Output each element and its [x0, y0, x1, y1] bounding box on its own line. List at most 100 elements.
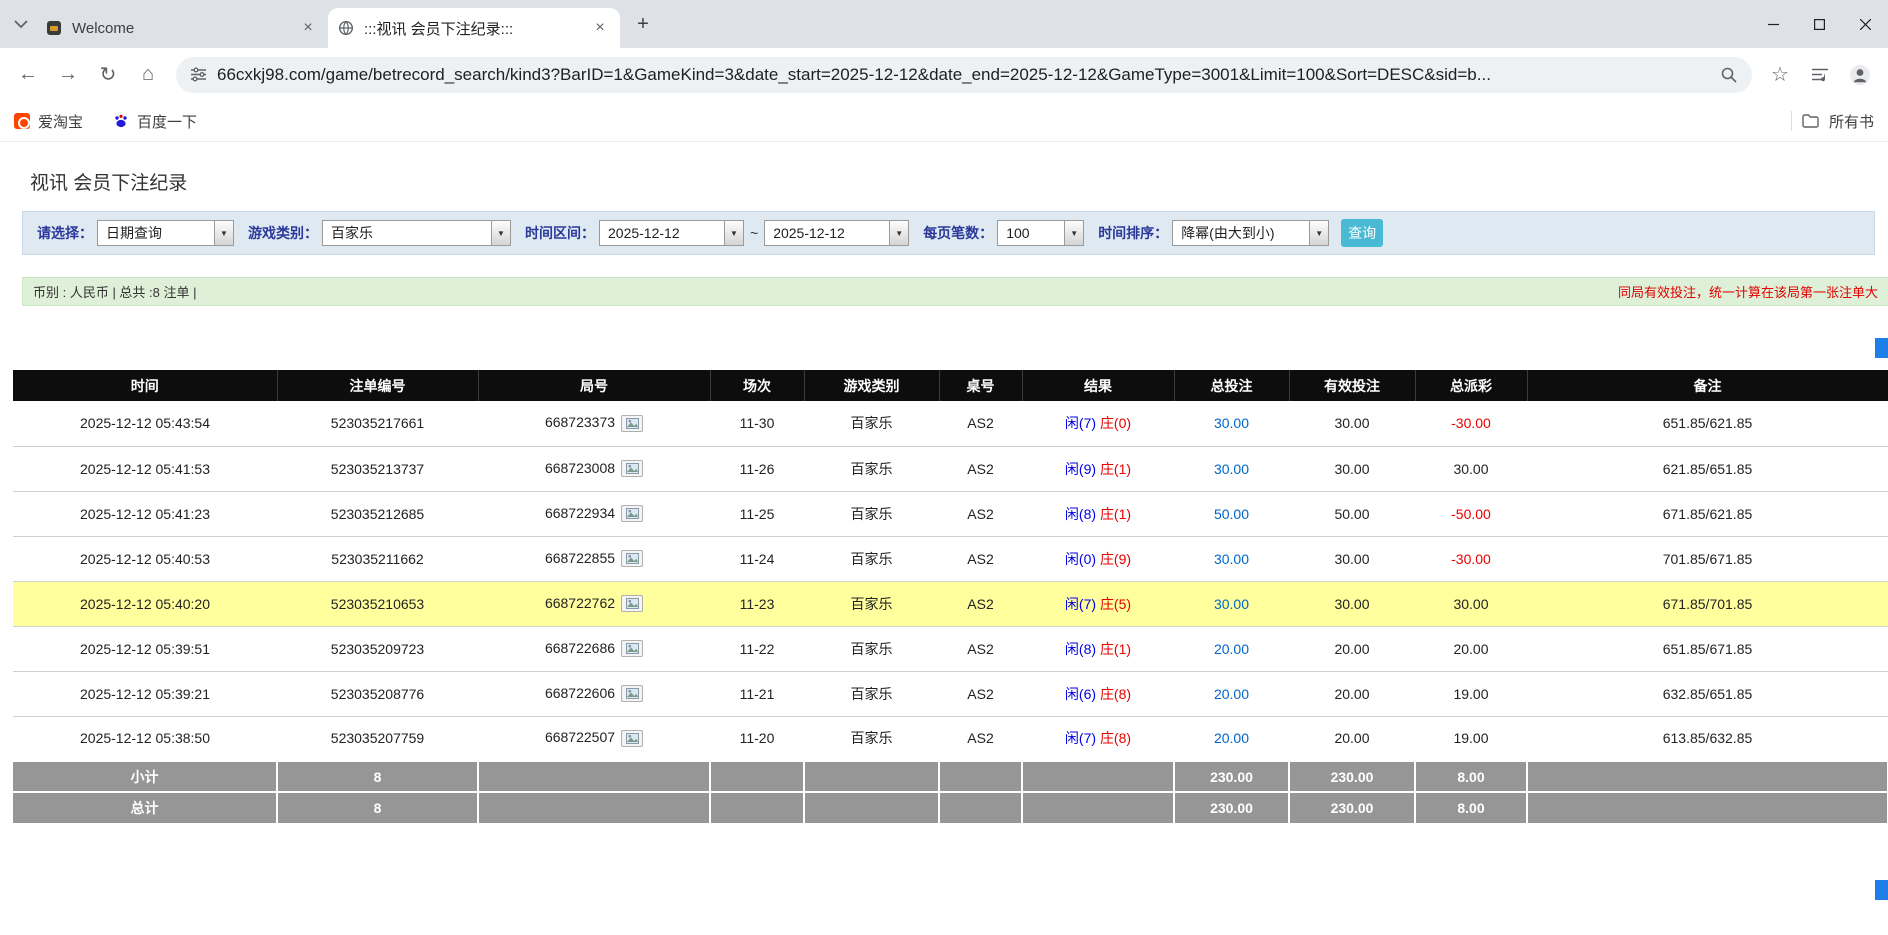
- close-window-button[interactable]: [1842, 0, 1888, 48]
- tab-close-icon[interactable]: ×: [590, 18, 610, 38]
- url-text[interactable]: 66cxkj98.com/game/betrecord_search/kind3…: [217, 65, 1710, 85]
- folder-icon: [1802, 114, 1819, 128]
- media-controls-button[interactable]: [1800, 55, 1840, 95]
- summary-row: 总计8230.00230.008.00: [13, 792, 1888, 823]
- cell-payout: 30.00: [1415, 446, 1527, 491]
- cell-total-bet: 30.00: [1174, 581, 1289, 626]
- bookmark-taobao[interactable]: 爱淘宝: [14, 111, 83, 132]
- cell-result: 闲(8) 庄(1): [1022, 626, 1174, 671]
- bookmark-star-button[interactable]: ☆: [1760, 55, 1800, 95]
- query-type-value: 日期查询: [98, 221, 214, 245]
- summary-cell: [1022, 792, 1174, 823]
- query-type-select[interactable]: 日期查询 ▼: [97, 220, 234, 246]
- site-settings-icon[interactable]: [190, 66, 207, 83]
- round-detail-button[interactable]: [621, 505, 643, 522]
- maximize-button[interactable]: [1796, 0, 1842, 48]
- home-button[interactable]: ⌂: [128, 55, 168, 95]
- cell-time: 2025-12-12 05:39:51: [13, 626, 277, 671]
- sort-select[interactable]: 降幂(由大到小) ▼: [1172, 220, 1329, 246]
- tab-welcome[interactable]: Welcome ×: [36, 8, 328, 48]
- new-tab-button[interactable]: +: [628, 9, 658, 39]
- cell-total-bet: 30.00: [1174, 536, 1289, 581]
- scroll-indicator-top[interactable]: [1875, 338, 1888, 358]
- dropdown-arrow-icon[interactable]: ▼: [1309, 221, 1328, 245]
- round-detail-button[interactable]: [621, 550, 643, 567]
- cell-valid-bet: 30.00: [1289, 446, 1415, 491]
- cell-round: 668722606: [478, 671, 710, 716]
- column-header: 总投注: [1174, 370, 1289, 401]
- total-bet-value: 20.00: [1214, 686, 1249, 702]
- date-end-select[interactable]: 2025-12-12 ▼: [764, 220, 909, 246]
- cell-payout: -50.00: [1415, 491, 1527, 536]
- dropdown-arrow-icon[interactable]: ▼: [1064, 221, 1083, 245]
- tab-search-button[interactable]: [6, 9, 36, 39]
- summary-cell: 8: [277, 792, 478, 823]
- cell-bet-id: 523035209723: [277, 626, 478, 671]
- profile-button[interactable]: [1840, 55, 1880, 95]
- cell-note: 651.85/621.85: [1527, 401, 1888, 446]
- cell-round: 668722507: [478, 716, 710, 761]
- close-icon: [1860, 19, 1871, 30]
- result-player: 闲(8): [1065, 641, 1096, 657]
- cell-result: 闲(6) 庄(8): [1022, 671, 1174, 716]
- dropdown-arrow-icon[interactable]: ▼: [889, 221, 908, 245]
- summary-cell: [1527, 792, 1888, 823]
- round-detail-button[interactable]: [621, 685, 643, 702]
- game-type-select[interactable]: 百家乐 ▼: [322, 220, 511, 246]
- dropdown-arrow-icon[interactable]: ▼: [724, 221, 743, 245]
- minimize-button[interactable]: [1750, 0, 1796, 48]
- cell-bet-id: 523035212685: [277, 491, 478, 536]
- per-page-select[interactable]: 100 ▼: [997, 220, 1084, 246]
- tab-close-icon[interactable]: ×: [298, 18, 318, 38]
- summary-notice: 同局有效投注，统一计算在该局第一张注单大: [1618, 282, 1878, 301]
- round-detail-icon: [626, 643, 639, 654]
- cell-bet-id: 523035211662: [277, 536, 478, 581]
- round-detail-button[interactable]: [621, 640, 643, 657]
- media-controls-icon: [1811, 67, 1829, 83]
- bookmark-baidu[interactable]: 百度一下: [113, 111, 197, 132]
- round-detail-button[interactable]: [621, 460, 643, 477]
- cell-session: 11-30: [710, 401, 804, 446]
- column-header: 注单编号: [277, 370, 478, 401]
- dropdown-arrow-icon[interactable]: ▼: [491, 221, 510, 245]
- bookmark-label: 爱淘宝: [38, 111, 83, 132]
- cell-note: 621.85/651.85: [1527, 446, 1888, 491]
- dropdown-arrow-icon[interactable]: ▼: [214, 221, 233, 245]
- forward-button[interactable]: →: [48, 55, 88, 95]
- summary-cell: 230.00: [1174, 792, 1289, 823]
- round-detail-button[interactable]: [621, 730, 643, 747]
- all-bookmarks[interactable]: 所有书: [1791, 111, 1874, 132]
- total-bet-value: 20.00: [1214, 730, 1249, 746]
- round-number: 668722762: [545, 595, 615, 611]
- cell-round: 668722762: [478, 581, 710, 626]
- bookmarks-bar: 爱淘宝 百度一下 所有书: [0, 101, 1888, 142]
- cell-round: 668723008: [478, 446, 710, 491]
- round-detail-button[interactable]: [621, 595, 643, 612]
- table-header-row: 时间注单编号局号场次游戏类别桌号结果总投注有效投注总派彩备注: [13, 370, 1888, 401]
- cell-time: 2025-12-12 05:40:20: [13, 581, 277, 626]
- bet-row: 2025-12-12 05:41:53523035213737668723008…: [13, 446, 1888, 491]
- baidu-icon: [113, 113, 129, 129]
- tab-bet-record[interactable]: :::视讯 会员下注纪录::: ×: [328, 8, 620, 48]
- cell-round: 668722934: [478, 491, 710, 536]
- zoom-icon[interactable]: [1720, 66, 1738, 84]
- address-bar[interactable]: 66cxkj98.com/game/betrecord_search/kind3…: [176, 57, 1752, 93]
- result-banker: 庄(8): [1100, 730, 1131, 746]
- round-detail-icon: [626, 688, 639, 699]
- reload-icon: ↻: [100, 62, 117, 87]
- cell-game-type: 百家乐: [804, 716, 939, 761]
- column-header: 备注: [1527, 370, 1888, 401]
- reload-button[interactable]: ↻: [88, 55, 128, 95]
- back-button[interactable]: ←: [8, 55, 48, 95]
- search-button[interactable]: 查询: [1341, 219, 1383, 247]
- scroll-indicator-bottom[interactable]: [1875, 880, 1888, 900]
- cell-total-bet: 20.00: [1174, 671, 1289, 716]
- tab-title: :::视讯 会员下注纪录:::: [364, 18, 590, 39]
- round-number: 668722686: [545, 640, 615, 656]
- round-detail-button[interactable]: [621, 415, 643, 432]
- date-start-select[interactable]: 2025-12-12 ▼: [599, 220, 744, 246]
- result-player: 闲(9): [1065, 461, 1096, 477]
- cell-total-bet: 50.00: [1174, 491, 1289, 536]
- cell-session: 11-22: [710, 626, 804, 671]
- taobao-icon: [14, 113, 30, 129]
